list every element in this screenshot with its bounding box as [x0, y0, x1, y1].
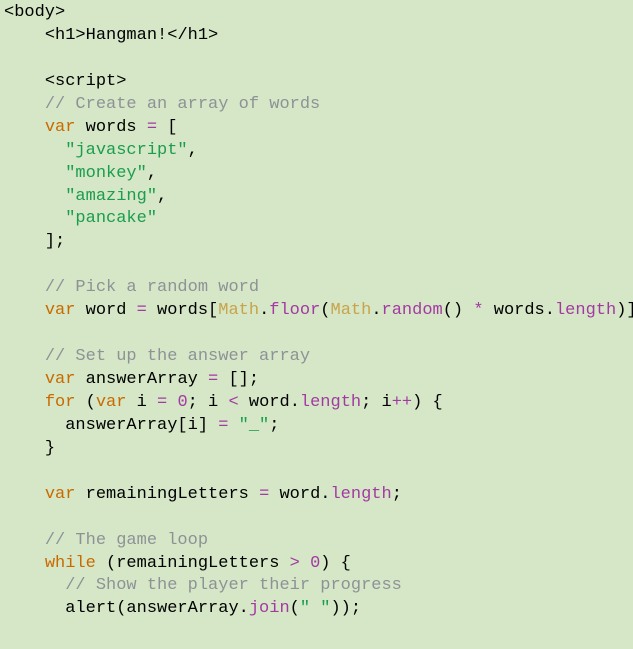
tag-script: <script>	[45, 72, 127, 91]
sp	[228, 416, 238, 435]
ident: i	[126, 393, 157, 412]
ident: answerArray[i]	[65, 416, 218, 435]
ident: word	[75, 301, 136, 320]
kw-for: for	[45, 393, 76, 412]
end: ));	[330, 599, 361, 618]
end: ) {	[320, 554, 351, 573]
method-floor: floor	[269, 301, 320, 320]
dot: .	[239, 599, 249, 618]
tag-h1-open: <h1>	[45, 26, 86, 45]
tag-h1-close: </h1>	[167, 26, 218, 45]
method-random: random	[382, 301, 443, 320]
semi: ; i	[188, 393, 229, 412]
sp	[167, 393, 177, 412]
dot: .	[290, 393, 300, 412]
bracket-close: ];	[45, 232, 65, 251]
arr: [];	[218, 370, 259, 389]
prop-length: length	[555, 301, 616, 320]
sp	[300, 554, 310, 573]
ident: words	[484, 301, 545, 320]
kw-var: var	[45, 485, 76, 504]
op-eq: =	[259, 485, 269, 504]
ident: words[	[147, 301, 218, 320]
op-gt: >	[290, 554, 300, 573]
brace: }	[45, 439, 55, 458]
paren: (	[75, 393, 95, 412]
op-eq: =	[208, 370, 218, 389]
tag-body: <body>	[4, 3, 65, 22]
dot: .	[371, 301, 381, 320]
string: "monkey"	[65, 164, 147, 183]
paren: ()	[443, 301, 474, 320]
op-pp: ++	[392, 393, 412, 412]
paren: (	[320, 301, 330, 320]
ident: answerArray	[75, 370, 208, 389]
kw-var: var	[45, 370, 76, 389]
num: 0	[310, 554, 320, 573]
string: " "	[300, 599, 331, 618]
semi: ; i	[361, 393, 392, 412]
string: "amazing"	[65, 187, 157, 206]
op-eq: =	[218, 416, 228, 435]
string: "_"	[239, 416, 270, 435]
ident: word	[269, 485, 320, 504]
ident: alert(answerArray	[65, 599, 238, 618]
ident: word	[239, 393, 290, 412]
comment: // Set up the answer array	[45, 347, 310, 366]
string: "javascript"	[65, 141, 187, 160]
end: )];	[616, 301, 633, 320]
op-mul: *	[473, 301, 483, 320]
comment: // Create an array of words	[45, 95, 320, 114]
h1-text: Hangman!	[86, 26, 168, 45]
code-block: <body> <h1>Hangman!</h1> <script> // Cre…	[0, 0, 633, 621]
prop-length: length	[330, 485, 391, 504]
op-eq: =	[147, 118, 157, 137]
kw-var: var	[45, 301, 76, 320]
ident: remainingLetters	[75, 485, 259, 504]
end: ) {	[412, 393, 443, 412]
op-eq: =	[137, 301, 147, 320]
kw-while: while	[45, 554, 96, 573]
comment: // Pick a random word	[45, 278, 259, 297]
op-eq: =	[157, 393, 167, 412]
kw-var: var	[96, 393, 127, 412]
dot: .	[320, 485, 330, 504]
kw-var: var	[45, 118, 76, 137]
string: "pancake"	[65, 209, 157, 228]
paren: (	[290, 599, 300, 618]
num: 0	[177, 393, 187, 412]
op-lt: <	[228, 393, 238, 412]
obj-math: Math	[218, 301, 259, 320]
semi: ;	[392, 485, 402, 504]
comment: // Show the player their progress	[65, 576, 402, 595]
ident: words	[75, 118, 146, 137]
prop-length: length	[300, 393, 361, 412]
bracket: [	[157, 118, 177, 137]
dot: .	[545, 301, 555, 320]
comment: // The game loop	[45, 531, 208, 550]
dot: .	[259, 301, 269, 320]
paren: (remainingLetters	[96, 554, 290, 573]
obj-math: Math	[331, 301, 372, 320]
semi: ;	[269, 416, 279, 435]
method-join: join	[249, 599, 290, 618]
